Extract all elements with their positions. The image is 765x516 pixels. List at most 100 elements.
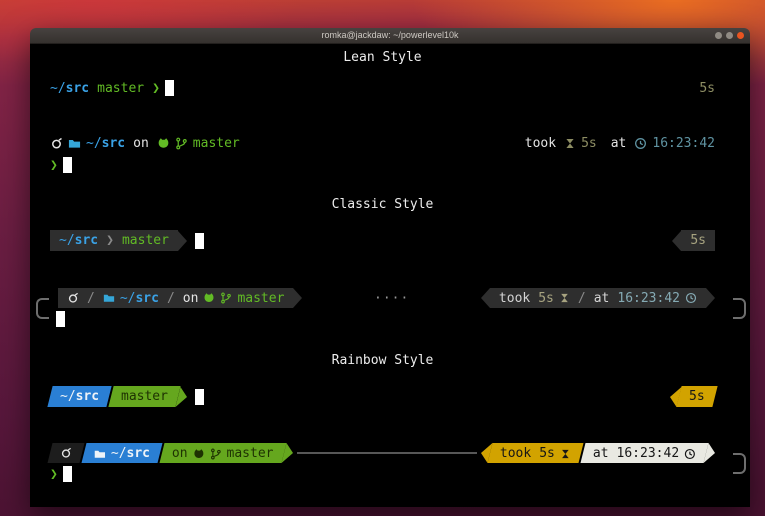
dir-anchor: src (102, 136, 125, 151)
powerline-arrow-icon (293, 288, 302, 308)
dir-prefix: ~/ (60, 389, 76, 404)
classic-style-heading: Classic Style (50, 193, 715, 215)
dir-prefix: ~/ (59, 233, 75, 248)
time-label: 16:23:42 (616, 446, 679, 461)
titlebar[interactable]: romka@jackdaw: ~/powerlevel10k (30, 28, 750, 44)
left-segment: / ~/src / on master (58, 288, 293, 308)
dir-segment: ~/src (82, 443, 163, 463)
clock-icon (685, 292, 697, 304)
git-branch-icon (175, 137, 188, 150)
git-branch-icon (210, 447, 222, 459)
terminal-content[interactable]: Lean Style ~/src master ❯ 5s ~/src on ma… (30, 44, 750, 507)
octocat-icon (157, 137, 170, 150)
powerline-arrow-icon (481, 288, 490, 308)
time-label: 16:23:42 (617, 291, 680, 306)
classic-framed-line1: / ~/src / on master ···· took 5s / at 16 (58, 288, 715, 308)
frame-left-bracket (36, 298, 49, 319)
block-cursor (63, 466, 72, 482)
slash-separator: / (578, 291, 586, 306)
duration-segment: 5s (677, 386, 718, 407)
time-segment: at 16:23:42 (580, 443, 708, 463)
classic-prompt-simple: ~/src ❯ master 5s (50, 229, 715, 252)
maximize-button[interactable] (726, 32, 733, 39)
duration-label: 5s (699, 81, 715, 96)
took-label: took (525, 136, 556, 151)
rainbow-style-heading: Rainbow Style (50, 349, 715, 371)
terminal-window: romka@jackdaw: ~/powerlevel10k Lean Styl… (30, 28, 750, 507)
dir-anchor: src (66, 81, 89, 96)
folder-icon (68, 137, 81, 150)
classic-prompt-framed: / ~/src / on master ···· took 5s / at 16 (50, 288, 715, 329)
dir-prefix: ~/ (120, 291, 136, 306)
os-segment (48, 443, 85, 463)
block-cursor (63, 157, 72, 173)
block-cursor (195, 389, 204, 405)
time-label: 16:23:42 (652, 136, 715, 151)
block-cursor (195, 233, 204, 249)
os-logo-icon (60, 447, 72, 459)
branch-segment: master (109, 386, 181, 407)
took-label: took (500, 446, 531, 461)
at-label: at (594, 291, 610, 306)
dir-anchor: src (75, 233, 98, 248)
on-label: on (183, 291, 199, 306)
rainbow-prompt-framed: ~/src on master took 5s (50, 443, 715, 485)
clock-icon (634, 137, 647, 150)
powerline-arrow-icon (672, 231, 681, 251)
took-label: took (499, 291, 530, 306)
classic-framed-line2 (50, 308, 715, 329)
duration-segment: took 5s (487, 443, 583, 463)
folder-icon (103, 292, 115, 304)
os-logo-icon (67, 292, 79, 304)
folder-icon (94, 447, 106, 459)
powerline-arrow-icon (706, 288, 715, 308)
minimize-button[interactable] (715, 32, 722, 39)
on-label: on (172, 446, 188, 461)
frame-right-bracket (733, 298, 746, 319)
block-cursor (56, 311, 65, 327)
window-buttons (715, 28, 744, 43)
lean-style-heading: Lean Style (50, 46, 715, 68)
duration-label: 5s (690, 233, 706, 248)
octocat-icon (193, 447, 205, 459)
git-branch-label: master (193, 136, 240, 151)
prompt-char: ❯ (50, 467, 58, 482)
dir-prefix: ~/ (86, 136, 102, 151)
segment-separator: ❯ (106, 233, 114, 248)
at-label: at (593, 446, 609, 461)
git-branch-label: master (97, 81, 144, 96)
dir-segment: ~/src ❯ master (50, 230, 178, 251)
git-branch-icon (220, 292, 232, 304)
dir-segment: ~/src (47, 386, 111, 407)
git-segment: on master (160, 443, 287, 463)
frame-right-bracket (733, 453, 746, 474)
duration-label: 5s (538, 291, 554, 306)
hourglass-icon (564, 137, 576, 150)
dir-anchor: src (127, 446, 150, 461)
block-cursor (165, 80, 174, 96)
rainbow-framed-line1: ~/src on master took 5s (50, 443, 715, 463)
lean-prompt-simple: ~/src master ❯ 5s (50, 77, 715, 99)
duration-label: 5s (689, 389, 705, 404)
os-logo-icon (50, 137, 63, 150)
prompt-char: ❯ (50, 158, 58, 173)
lean-prompt-full-line2: ❯ (50, 154, 715, 176)
on-label: on (133, 136, 149, 151)
git-branch-label: master (227, 446, 274, 461)
hourglass-icon (559, 292, 570, 304)
rainbow-framed-line2: ❯ (50, 463, 715, 485)
slash-separator: / (167, 291, 175, 306)
octocat-icon (203, 292, 215, 304)
git-branch-label: master (121, 389, 168, 404)
window-title: romka@jackdaw: ~/powerlevel10k (322, 31, 459, 40)
lean-prompt-full-line1: ~/src on master took 5s at 16:23:42 (50, 132, 715, 154)
powerline-arrow-icon (178, 231, 187, 251)
dir-anchor: src (76, 389, 99, 404)
dir-prefix: ~/ (111, 446, 127, 461)
git-branch-label: master (237, 291, 284, 306)
prompt-char: ❯ (152, 81, 160, 96)
right-segment: took 5s / at 16:23:42 (490, 288, 706, 308)
duration-label: 5s (539, 446, 555, 461)
hourglass-icon (560, 447, 571, 459)
close-button[interactable] (737, 32, 744, 39)
